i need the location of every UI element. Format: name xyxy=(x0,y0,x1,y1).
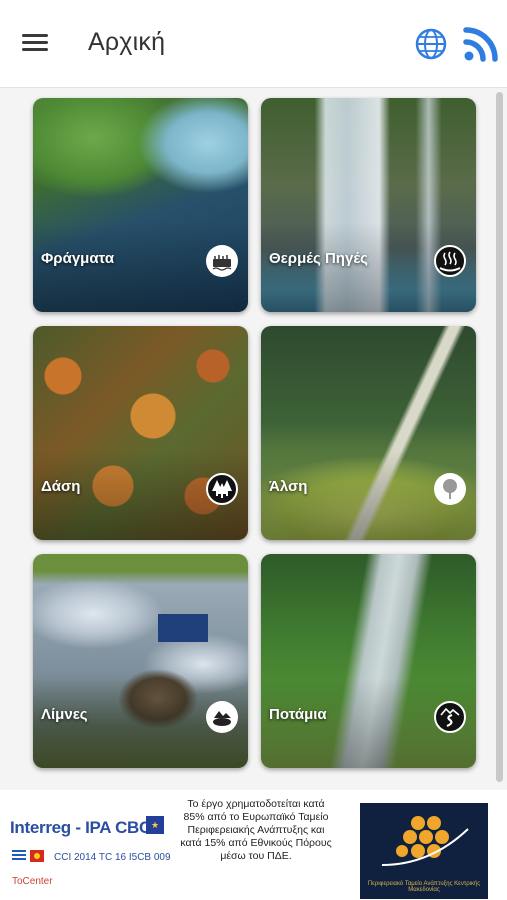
funding-text: Το έργο χρηματοδοτείται κατά 85% από το … xyxy=(180,798,332,862)
rss-feed-icon[interactable] xyxy=(462,25,500,63)
scrollbar[interactable] xyxy=(496,92,503,782)
category-card-hot-springs[interactable]: Θερμές Πηγές xyxy=(261,98,476,312)
tree-icon xyxy=(434,473,466,505)
program-code: CCI 2014 TC 16 I5CB 009 xyxy=(54,852,171,863)
north-macedonia-flag-icon xyxy=(30,850,44,862)
regional-fund-caption: Περιφερειακό Ταμείο Ανάπτυξης Κεντρικής … xyxy=(367,881,481,893)
category-card-forests[interactable]: Δάση xyxy=(33,326,248,540)
country-flags xyxy=(12,850,44,862)
category-card-lakes[interactable]: Λίμνες xyxy=(33,554,248,768)
hamburger-menu-icon[interactable] xyxy=(18,30,52,58)
category-card-dams[interactable]: Φράγματα xyxy=(33,98,248,312)
river-icon xyxy=(434,701,466,733)
dam-icon xyxy=(206,245,238,277)
category-card-groves[interactable]: Άλση xyxy=(261,326,476,540)
lake-icon xyxy=(206,701,238,733)
category-label: Άλση xyxy=(269,478,308,495)
hot-spring-icon xyxy=(434,245,466,277)
category-label: Ποτάμια xyxy=(269,706,327,723)
globe-icon[interactable] xyxy=(414,27,448,61)
page-title: Αρχική xyxy=(88,28,166,56)
regional-fund-logo: Περιφερειακό Ταμείο Ανάπτυξης Κεντρικής … xyxy=(360,803,488,899)
category-label: Δάση xyxy=(41,478,81,495)
scrollbar-thumb[interactable] xyxy=(496,92,503,782)
category-label: Λίμνες xyxy=(41,706,88,723)
greece-flag-icon xyxy=(12,850,26,862)
eu-flag-icon: ★ xyxy=(146,816,164,834)
category-label: Φράγματα xyxy=(41,250,115,267)
forest-icon xyxy=(206,473,238,505)
program-logo-text: Interreg - IPA CBC xyxy=(10,818,152,837)
category-card-rivers[interactable]: Ποτάμια xyxy=(261,554,476,768)
category-label: Θερμές Πηγές xyxy=(269,250,368,267)
app-bar: Αρχική xyxy=(0,0,507,88)
project-name: ToCenter xyxy=(12,876,53,887)
